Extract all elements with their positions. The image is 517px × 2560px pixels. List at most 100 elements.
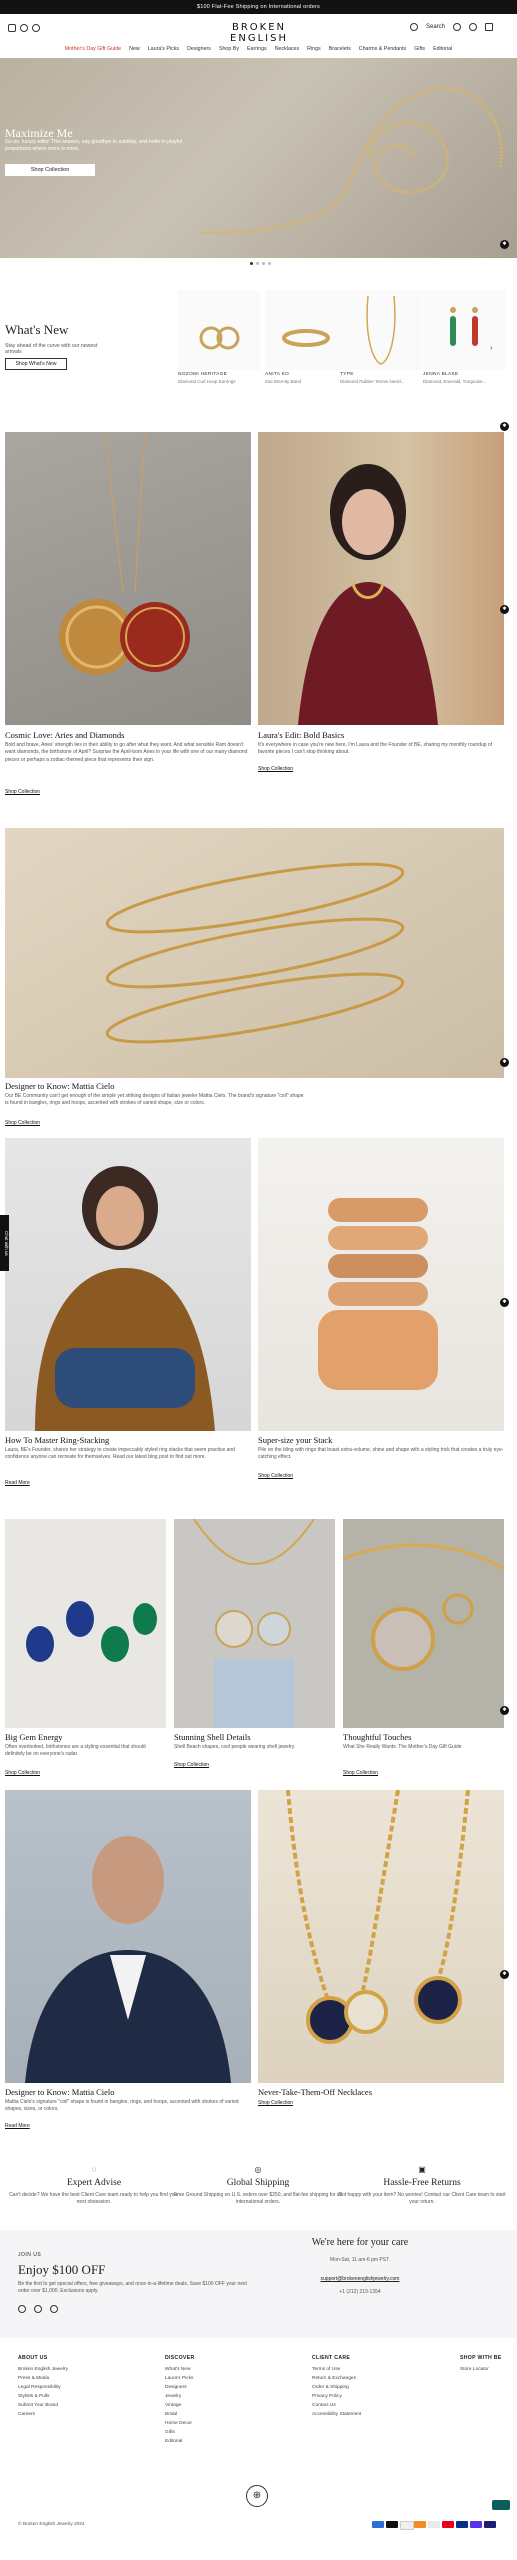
nav-item-designers[interactable]: Designers	[187, 46, 211, 52]
footer-link[interactable]: Store Locator	[460, 2367, 515, 2372]
account-icon[interactable]	[469, 23, 477, 31]
accessibility-icon[interactable]: ✱	[500, 1706, 509, 1715]
carousel-dot[interactable]	[250, 262, 253, 265]
footer-link[interactable]: Designers	[165, 2385, 285, 2390]
footer-link[interactable]: Contact Us	[312, 2403, 432, 2408]
heart-icon[interactable]	[453, 23, 461, 31]
card-title[interactable]: Stunning Shell Details	[174, 1732, 335, 1742]
hero-shop-button[interactable]: Shop Collection	[5, 164, 95, 176]
footer-link[interactable]: Submit Your Brand	[18, 2403, 138, 2408]
editorial-image-super-size-stack[interactable]	[258, 1138, 504, 1431]
accessibility-icon[interactable]: ✱	[500, 605, 509, 614]
facebook-icon[interactable]	[32, 24, 40, 32]
carousel-dot[interactable]	[262, 262, 265, 265]
footer-link[interactable]: Careers	[18, 2412, 138, 2417]
client-care-phone[interactable]: +1 (212) 219-1354	[290, 2289, 430, 2295]
read-more-link[interactable]: Read More	[5, 2123, 30, 2129]
product-image[interactable]	[265, 290, 347, 370]
instagram-icon[interactable]	[8, 24, 16, 32]
client-care-email[interactable]: support@brokenenglishjewelry.com	[290, 2276, 430, 2282]
nav-item-gifts[interactable]: Gifts	[414, 46, 425, 52]
card-title[interactable]: Thoughtful Touches	[343, 1732, 504, 1742]
footer-link[interactable]: What's New	[165, 2367, 285, 2372]
nav-item-bracelets[interactable]: Bracelets	[329, 46, 351, 52]
footer-link[interactable]: Laura's Picks	[165, 2376, 285, 2381]
footer-link[interactable]: Terms of Use	[312, 2367, 432, 2372]
shop-collection-link[interactable]: Shop Collection	[258, 766, 293, 772]
carousel-dot[interactable]	[268, 262, 271, 265]
search-label[interactable]: Search	[426, 24, 445, 30]
footer-link[interactable]: Jewelry	[165, 2394, 285, 2399]
accessibility-icon[interactable]: ✱	[500, 1058, 509, 1067]
bag-icon[interactable]	[485, 23, 493, 31]
instagram-icon[interactable]	[18, 2305, 26, 2313]
product-name[interactable]: Diamond Rubber Tennis Neckl...	[340, 379, 422, 384]
editorial-image-necklaces[interactable]	[258, 1790, 504, 2083]
nav-item-shop-by[interactable]: Shop By	[219, 46, 239, 52]
card-title[interactable]: Laura's Edit: Bold Basics	[258, 730, 504, 740]
pinterest-icon[interactable]	[20, 24, 28, 32]
footer-link[interactable]: Editorial	[165, 2439, 285, 2444]
footer-link[interactable]: Return & Exchanges	[312, 2376, 432, 2381]
footer-link[interactable]: Broken English Jewelry	[18, 2367, 138, 2372]
product-image[interactable]	[423, 290, 505, 370]
product-image[interactable]	[340, 290, 422, 370]
editorial-image-big-gem[interactable]	[5, 1519, 166, 1728]
card-title[interactable]: Super-size your Stack	[258, 1435, 504, 1445]
editorial-image-mattia-cielo[interactable]	[5, 828, 504, 1078]
card-title[interactable]: Never-Take-Them-Off Necklaces	[258, 2087, 504, 2097]
footer-link[interactable]: Gifts	[165, 2430, 285, 2435]
shop-collection-link[interactable]: Shop Collection	[258, 1473, 293, 1479]
shop-collection-link[interactable]: Shop Collection	[258, 2100, 293, 2106]
card-title[interactable]: Cosmic Love: Aries and Diamonds	[5, 730, 251, 740]
footer-link[interactable]: Vintage	[165, 2403, 285, 2408]
card-title[interactable]: Designer to Know: Mattia Cielo	[5, 2087, 251, 2097]
product-image[interactable]	[178, 290, 260, 370]
product-name[interactable]: Zoe Eternity Band	[265, 379, 347, 384]
shop-collection-link[interactable]: Shop Collection	[5, 1120, 40, 1126]
nav-item-new[interactable]: New	[129, 46, 140, 52]
card-title[interactable]: How To Master Ring-Stacking	[5, 1435, 251, 1445]
carousel-next-icon[interactable]: ›	[490, 343, 493, 352]
editorial-image-ring-stacking[interactable]	[5, 1138, 251, 1431]
shop-collection-link[interactable]: Shop Collection	[343, 1770, 378, 1776]
nav-item-editorial[interactable]: Editorial	[433, 46, 452, 52]
footer-link[interactable]: Stylists & Pulls	[18, 2394, 138, 2399]
nav-item-lauras-picks[interactable]: Laura's Picks	[148, 46, 179, 52]
pinterest-icon[interactable]	[34, 2305, 42, 2313]
footer-link[interactable]: Accessibility Statement	[312, 2412, 432, 2417]
accessibility-icon[interactable]: ✱	[500, 1298, 509, 1307]
product-card[interactable]: JENNA BLAKE Diamond, Emerald, Turquoise.…	[423, 290, 505, 390]
shop-collection-link[interactable]: Shop Collection	[5, 789, 40, 795]
product-card[interactable]: TYPE Diamond Rubber Tennis Neckl...	[340, 290, 422, 390]
nav-item-rings[interactable]: Rings	[307, 46, 321, 52]
chat-tab[interactable]: Chat with us	[0, 1215, 9, 1271]
accessibility-icon[interactable]: ✱	[500, 1970, 509, 1979]
site-logo[interactable]: BROKEN ENGLISH	[207, 22, 311, 44]
product-name[interactable]: Diamond Curl Hoop Earrings	[178, 379, 260, 384]
card-title[interactable]: Big Gem Energy	[5, 1732, 166, 1742]
shop-whats-new-button[interactable]: Shop What's New	[5, 358, 67, 370]
card-title[interactable]: Designer to Know: Mattia Cielo	[5, 1081, 504, 1091]
product-card[interactable]: NOZOMI HERITAGE Diamond Curl Hoop Earrin…	[178, 290, 260, 390]
nav-item-earrings[interactable]: Earrings	[247, 46, 267, 52]
accessibility-icon[interactable]: ✱	[500, 422, 509, 431]
editorial-image-aries[interactable]	[5, 432, 251, 725]
facebook-icon[interactable]	[50, 2305, 58, 2313]
editorial-image-thoughtful-touches[interactable]	[343, 1519, 504, 1728]
nav-item-necklaces[interactable]: Necklaces	[275, 46, 299, 52]
search-icon[interactable]	[409, 23, 418, 31]
nav-item-charms[interactable]: Charms & Pendants	[359, 46, 406, 52]
footer-link[interactable]: Press & Media	[18, 2376, 138, 2381]
accessibility-icon[interactable]: ✱	[500, 240, 509, 249]
product-card[interactable]: ANITA KO Zoe Eternity Band	[265, 290, 347, 390]
shop-collection-link[interactable]: Shop Collection	[174, 1762, 209, 1768]
footer-link[interactable]: Privacy Policy	[312, 2394, 432, 2399]
footer-link[interactable]: Home Decor	[165, 2421, 285, 2426]
footer-link[interactable]: Legal Responsibility	[18, 2385, 138, 2390]
editorial-image-lauras-edit[interactable]	[258, 432, 504, 725]
footer-link[interactable]: Order & Shipping	[312, 2385, 432, 2390]
read-more-link[interactable]: Read More	[5, 1480, 30, 1486]
shop-collection-link[interactable]: Shop Collection	[5, 1770, 40, 1776]
editorial-image-mattia-cielo-portrait[interactable]	[5, 1790, 251, 2083]
